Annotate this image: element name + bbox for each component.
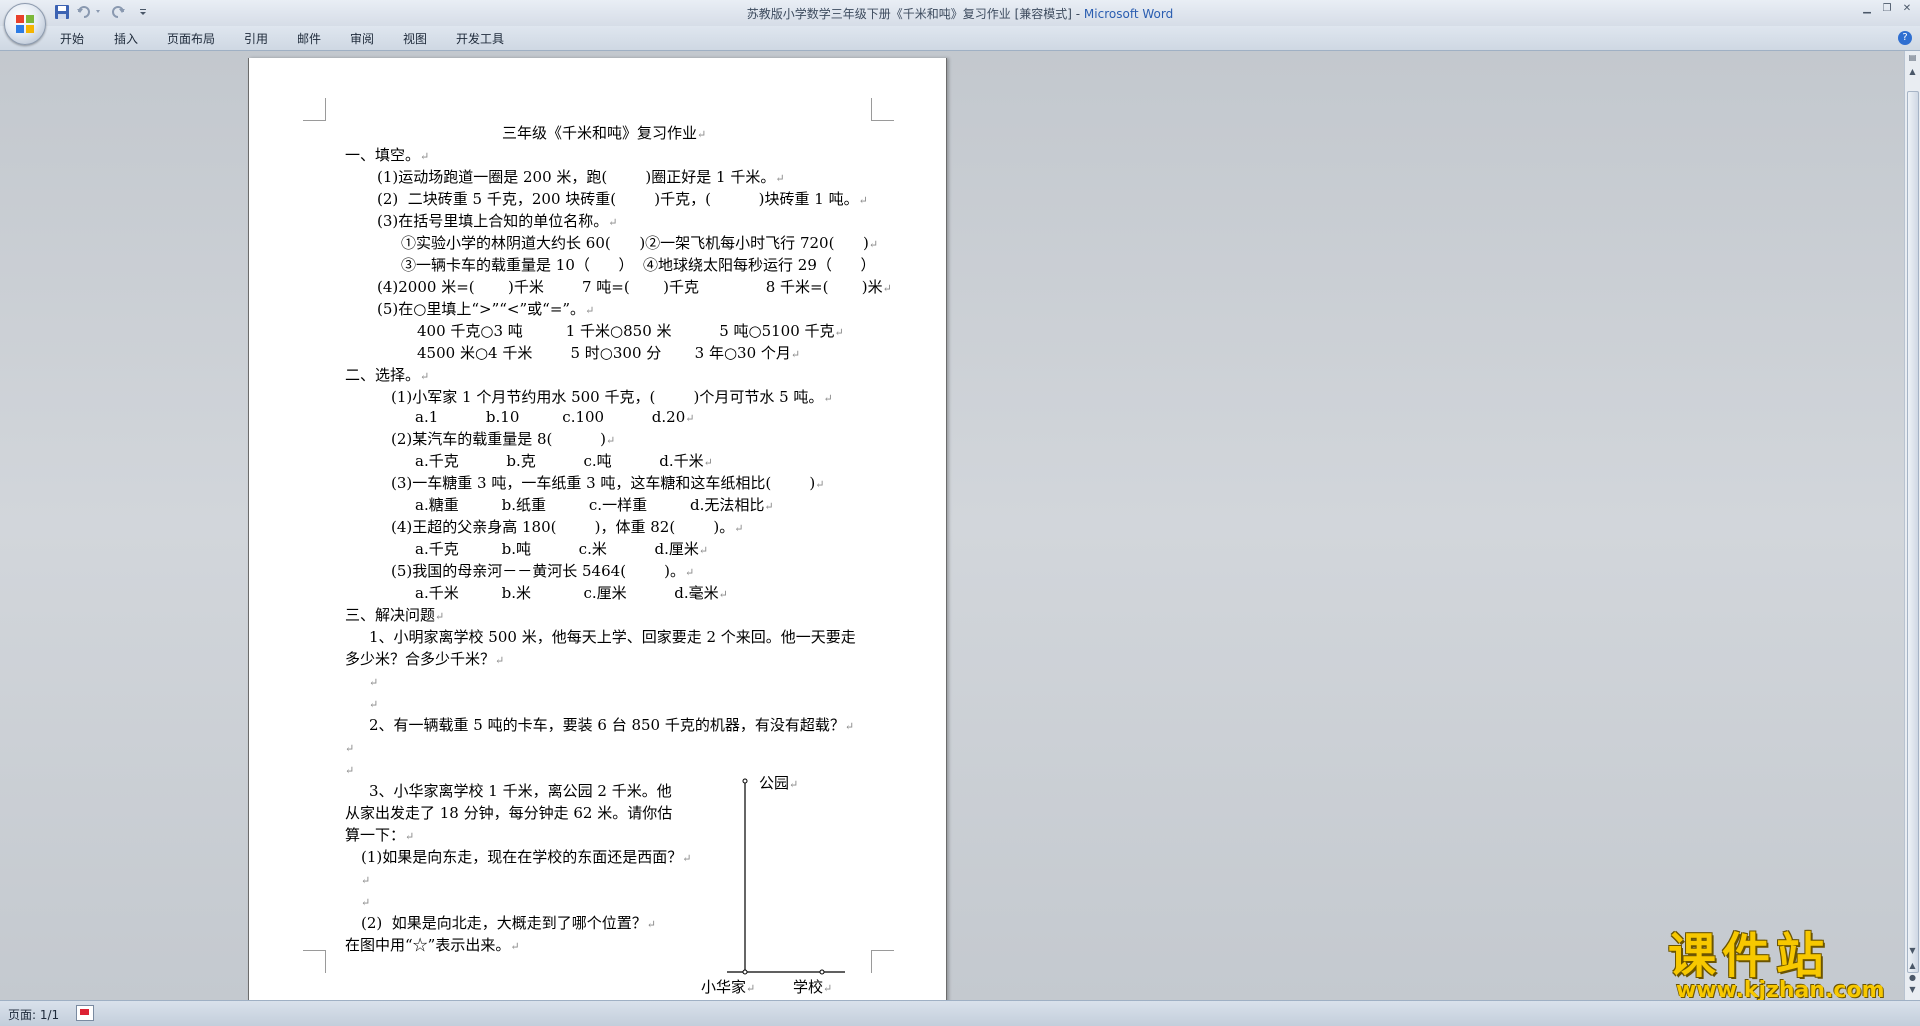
proofing-status-icon[interactable]: [76, 1005, 94, 1021]
page-count[interactable]: 页面: 1/1: [8, 1006, 59, 1023]
doc-title: 三年级《千米和吨》复习作业↵: [502, 124, 707, 142]
problem-line: 2、有一辆载重 5 吨的卡车，要装 6 台 850 千克的机器，有没有超载？↵: [369, 716, 855, 734]
document-page[interactable]: 三年级《千米和吨》复习作业↵ 一、填空。↵ (1)运动场跑道一圈是 200 米，…: [248, 58, 947, 1004]
app-name: Microsoft Word: [1083, 7, 1174, 21]
problem-line: 在图中用“☆”表示出来。↵: [345, 936, 520, 954]
empty-paragraph: ↵: [345, 742, 355, 755]
tab-developer[interactable]: 开发工具: [456, 30, 504, 47]
problem-line: 1、小明家离学校 500 米，他每天上学、回家要走 2 个来回。他一天要走: [369, 628, 856, 646]
options-line: a.千克 b.克 c.吨 d.千米↵: [415, 452, 713, 470]
direction-diagram: 公园↵ 小华家↵ 学校↵: [701, 756, 847, 1001]
question-line: (4)2000 米=( )千米 7 吨=( )千克 8 千米=( )米↵: [377, 278, 892, 296]
options-line: a.千克 b.吨 c.米 d.厘米↵: [415, 540, 709, 558]
question-line: ①实验小学的林阴道大约长 60( )②一架飞机每小时飞行 720( )↵: [401, 234, 879, 252]
section-heading: 一、填空。↵: [345, 146, 430, 164]
help-icon[interactable]: ?: [1898, 31, 1912, 45]
watermark-logo: 课件站 www.kjzhan.com: [1668, 928, 1898, 1003]
question-line: (5)我国的母亲河－－黄河长 5464( )。↵: [391, 562, 695, 580]
select-browse-object-icon[interactable]: ●: [1906, 973, 1919, 982]
tab-mailings[interactable]: 邮件: [297, 30, 321, 47]
ruler-toggle-icon[interactable]: ▤: [1906, 53, 1919, 62]
empty-paragraph: ↵: [369, 676, 379, 689]
question-line: (2) 二块砖重 5 千克，200 块砖重( )千克，( )块砖重 1 吨。↵: [377, 190, 868, 208]
problem-line: 3、小华家离学校 1 千米，离公园 2 千米。他: [369, 782, 672, 800]
question-line: 400 千克○3 吨 1 千米○850 米 5 吨○5100 千克↵: [417, 322, 844, 340]
problem-line: 多少米？合多少千米？↵: [345, 650, 505, 668]
problem-line: 从家出发走了 18 分钟，每分钟走 62 米。请你估: [345, 804, 673, 822]
question-line: 4500 米○4 千米 5 时○300 分 3 年○30 个月↵: [417, 344, 801, 362]
options-line: a.糖重 b.纸重 c.一样重 d.无法相比↵: [415, 496, 774, 514]
status-bar: 页面: 1/1: [0, 1000, 1920, 1026]
section-heading: 二、选择。↵: [345, 366, 430, 384]
options-line: a.1 b.10 c.100 d.20↵: [415, 408, 695, 426]
problem-line: (1)如果是向东走，现在在学校的东面还是西面？↵: [361, 848, 692, 866]
watermark-title: 课件站: [1668, 928, 1831, 984]
question-line: (2)某汽车的载重量是 8( )↵: [391, 430, 616, 448]
scroll-down-icon[interactable]: ▼: [1906, 946, 1919, 955]
question-line: (1)运动场跑道一圈是 200 米，跑( )圈正好是 1 千米。↵: [377, 168, 785, 186]
tab-insert[interactable]: 插入: [114, 30, 138, 47]
empty-paragraph: ↵: [361, 874, 371, 887]
restore-icon[interactable]: ❐: [1880, 2, 1894, 16]
school-label: 学校↵: [793, 978, 833, 996]
office-button[interactable]: [4, 3, 46, 45]
title-bar: 苏教版小学数学三年级下册《千米和吨》复习作业 [兼容模式] - Microsof…: [0, 0, 1920, 27]
question-line: (3)在括号里填上合知的单位名称。↵: [377, 212, 618, 230]
next-page-icon[interactable]: ▼: [1906, 985, 1919, 994]
close-icon[interactable]: ✕: [1900, 2, 1914, 16]
question-line: (3)一车糖重 3 吨，一车纸重 3 吨，这车糖和这车纸相比( )↵: [391, 474, 825, 492]
home-label: 小华家↵: [701, 978, 756, 996]
question-line: (1)小军家 1 个月节约用水 500 千克，( )个月可节水 5 吨。↵: [391, 388, 833, 406]
section-heading: 三、解决问题↵: [345, 606, 445, 624]
ribbon-tabs: 开始 插入 页面布局 引用 邮件 审阅 视图 开发工具 ?: [0, 26, 1920, 51]
empty-paragraph: ↵: [345, 764, 355, 777]
question-line: (4)王超的父亲身高 180( )，体重 82( )。↵: [391, 518, 744, 536]
question-line: (5)在○里填上“>”“<”或“=”。↵: [377, 300, 595, 318]
scroll-up-icon[interactable]: ▲: [1906, 67, 1919, 76]
tab-home[interactable]: 开始: [60, 30, 84, 47]
options-line: a.千米 b.米 c.厘米 d.毫米↵: [415, 584, 728, 602]
window-controls: ▁ ❐ ✕: [1860, 2, 1914, 16]
document-body: 三年级《千米和吨》复习作业↵ 一、填空。↵ (1)运动场跑道一圈是 200 米，…: [249, 58, 946, 1004]
office-logo-icon: [16, 15, 34, 33]
minimize-icon[interactable]: ▁: [1860, 2, 1874, 16]
empty-paragraph: ↵: [361, 896, 371, 909]
document-name: 苏教版小学数学三年级下册《千米和吨》复习作业 [兼容模式] -: [746, 7, 1084, 21]
problem-line: 算一下：↵: [345, 826, 415, 844]
window-title: 苏教版小学数学三年级下册《千米和吨》复习作业 [兼容模式] - Microsof…: [0, 5, 1920, 22]
previous-page-icon[interactable]: ▲: [1906, 961, 1919, 970]
question-line: ③一辆卡车的载重量是 10（ ） ④地球绕太阳每秒运行 29（ ）: [401, 256, 876, 274]
vertical-scrollbar[interactable]: ▤ ▲ ▼ ▲ ● ▼: [1904, 51, 1920, 1000]
tab-review[interactable]: 审阅: [350, 30, 374, 47]
empty-paragraph: ↵: [369, 698, 379, 711]
tab-references[interactable]: 引用: [244, 30, 268, 47]
tab-page-layout[interactable]: 页面布局: [167, 30, 215, 47]
problem-line: (2) 如果是向北走，大概走到了哪个位置？↵: [361, 914, 657, 932]
scrollbar-thumb[interactable]: [1907, 91, 1919, 973]
tab-view[interactable]: 视图: [403, 30, 427, 47]
park-label: 公园↵: [759, 774, 799, 792]
